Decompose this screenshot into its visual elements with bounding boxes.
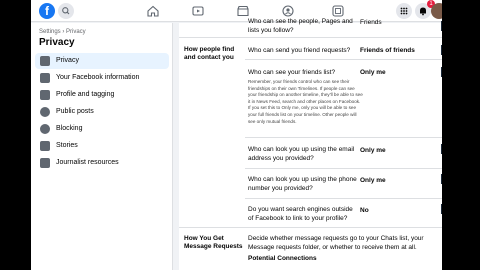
- lock-icon: [40, 56, 50, 66]
- groups-tab[interactable]: [281, 4, 295, 18]
- section-title-message-requests: How You Get Message Requests: [184, 235, 243, 250]
- sidebar-item-profile-and-tagging[interactable]: Profile and tagging: [35, 87, 169, 103]
- sidebar-item-journalist-resources[interactable]: Journalist resources: [35, 155, 169, 171]
- edit-button[interactable]: [441, 144, 442, 154]
- setting-question: Who can look you up using the email addr…: [248, 146, 355, 162]
- row-divider: [245, 168, 442, 169]
- settings-sidebar: Settings › Privacy Privacy Privacy Your …: [31, 23, 173, 270]
- sidebar-item-stories[interactable]: Stories: [35, 138, 169, 154]
- setting-value: Friends: [360, 19, 382, 26]
- row-divider: [245, 137, 442, 138]
- sidebar-title: Privacy: [39, 37, 75, 48]
- facebook-icon: [40, 73, 50, 83]
- edit-button[interactable]: [441, 174, 442, 184]
- home-icon: [147, 5, 159, 17]
- setting-question: Who can send you friend requests?: [248, 47, 351, 54]
- subsection-title: Potential Connections: [248, 255, 317, 262]
- sidebar-item-your-facebook-information[interactable]: Your Facebook information: [35, 70, 169, 86]
- search-button[interactable]: [58, 3, 74, 19]
- globe-icon: [40, 107, 50, 117]
- row-divider: [245, 59, 442, 60]
- sidebar-item-label: Stories: [56, 142, 78, 149]
- setting-value: Only me: [360, 147, 386, 154]
- setting-question: Who can look you up using the phone numb…: [248, 176, 357, 192]
- stories-icon: [40, 141, 50, 151]
- search-icon: [62, 7, 70, 15]
- section-description: Decide whether message requests go to yo…: [248, 235, 424, 251]
- edit-button[interactable]: [441, 45, 442, 55]
- section-divider: [179, 227, 442, 228]
- row-divider: [245, 198, 442, 199]
- sidebar-item-label: Your Facebook information: [56, 74, 140, 81]
- marketplace-icon: [237, 5, 249, 17]
- setting-value: No: [360, 207, 369, 214]
- sidebar-item-label: Blocking: [56, 125, 83, 132]
- sidebar-item-blocking[interactable]: Blocking: [35, 121, 169, 137]
- profile-avatar[interactable]: [431, 3, 442, 19]
- watch-tab[interactable]: [191, 4, 205, 18]
- groups-icon: [282, 5, 294, 17]
- breadcrumb[interactable]: Settings › Privacy: [39, 29, 86, 35]
- setting-question: Who can see the people, Pages and lists …: [248, 18, 353, 34]
- edit-button[interactable]: [441, 21, 442, 31]
- setting-description: Remember, your friends control who can s…: [248, 79, 363, 124]
- edit-button[interactable]: [441, 67, 442, 77]
- privacy-settings-panel: Who can see the people, Pages and lists …: [179, 18, 442, 270]
- sidebar-item-label: Privacy: [56, 57, 79, 64]
- marketplace-tab[interactable]: [236, 4, 250, 18]
- section-title-find-contact: How people find and contact you: [184, 46, 235, 61]
- sidebar-item-privacy[interactable]: Privacy: [35, 53, 169, 69]
- edit-button[interactable]: [441, 204, 442, 214]
- menu-grid-icon: [400, 7, 408, 15]
- home-tab[interactable]: [146, 4, 160, 18]
- browser-frame: f 1 Settings › Privacy Privacy Privacy Y…: [31, 0, 442, 270]
- sidebar-item-public-posts[interactable]: Public posts: [35, 104, 169, 120]
- setting-value: Only me: [360, 177, 386, 184]
- setting-value: Only me: [360, 69, 386, 76]
- sidebar-item-label: Journalist resources: [56, 159, 119, 166]
- gaming-icon: [332, 5, 344, 17]
- tag-icon: [40, 90, 50, 100]
- section-divider: [179, 37, 442, 38]
- menu-button[interactable]: [396, 3, 412, 19]
- facebook-logo[interactable]: f: [39, 3, 55, 19]
- sidebar-item-label: Profile and tagging: [56, 91, 115, 98]
- block-icon: [40, 124, 50, 134]
- sidebar-item-label: Public posts: [56, 108, 94, 115]
- gaming-tab[interactable]: [331, 4, 345, 18]
- setting-question: Who can see your friends list?: [248, 69, 336, 76]
- watch-icon: [192, 6, 204, 16]
- setting-question: Do you want search engines outside of Fa…: [248, 206, 353, 222]
- document-icon: [40, 158, 50, 168]
- setting-value: Friends of friends: [360, 47, 415, 54]
